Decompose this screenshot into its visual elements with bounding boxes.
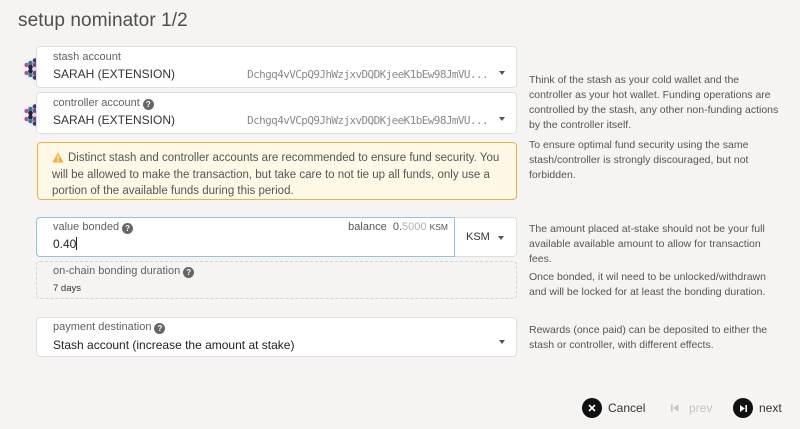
payment-destination-value: Stash account (increase the amount at st…	[53, 338, 295, 352]
balance-row: balance 0.5000 KSM	[348, 221, 448, 233]
controller-help-text: To ensure optimal fund security using th…	[529, 139, 749, 181]
controller-account-name: SARAH (EXTENSION)	[53, 113, 176, 127]
stash-account-address: Dchgq4vVCpQ9JhWzjxvDQDKjeeK1bEw98JmVU...	[247, 68, 489, 81]
skip-forward-icon	[733, 398, 753, 418]
cancel-button-label: Cancel	[608, 401, 646, 415]
unit-select[interactable]: KSM	[455, 217, 517, 257]
stash-account-select[interactable]: stash account SARAH (EXTENSION) Dchgq4vV…	[36, 46, 517, 88]
next-button-label: next	[759, 401, 782, 415]
balance-unit: KSM	[429, 222, 448, 232]
value-bonded-field[interactable]: 0.40	[53, 237, 78, 251]
payment-destination-label: payment destination	[53, 321, 152, 333]
close-icon	[582, 398, 602, 418]
controller-account-label-row: controller account?	[53, 97, 154, 110]
skip-back-icon	[671, 404, 679, 412]
chevron-down-icon[interactable]	[498, 236, 504, 240]
help-icon[interactable]: ?	[142, 99, 154, 110]
chevron-down-icon[interactable]	[499, 117, 505, 121]
bonding-duration-value: 7 days	[53, 283, 81, 294]
chevron-down-icon[interactable]	[499, 340, 505, 344]
destination-help-text: Rewards (once paid) can be deposited to …	[529, 324, 768, 351]
next-button[interactable]: next	[733, 397, 782, 419]
bonding-duration-box: on-chain bonding duration? 7 days	[36, 261, 517, 299]
bonding-duration-label: on-chain bonding duration	[53, 265, 181, 277]
controller-account-label: controller account	[53, 97, 140, 109]
value-bonded-input[interactable]: value bonded? balance 0.5000 KSM 0.40	[36, 217, 455, 257]
payment-destination-label-row: payment destination?	[53, 321, 166, 334]
warning-box: Distinct stash and controller accounts a…	[37, 142, 517, 200]
warning-text: Distinct stash and controller accounts a…	[52, 152, 500, 197]
text-cursor	[76, 237, 78, 250]
balance-value-dec: 5000	[402, 221, 427, 233]
balance-value-int: 0.	[392, 221, 403, 233]
help-icon[interactable]: ?	[122, 223, 134, 234]
value-bonded-value: 0.40	[53, 237, 77, 251]
stash-account-label: stash account	[53, 51, 121, 63]
help-icon[interactable]: ?	[154, 323, 166, 334]
page-title: setup nominator 1/2	[18, 10, 188, 31]
duration-help-text: Once bonded, it wil need to be unlocked/…	[529, 271, 766, 298]
payment-destination-select[interactable]: payment destination? Stash account (incr…	[36, 317, 517, 357]
cancel-button[interactable]: Cancel	[582, 397, 645, 419]
help-icon[interactable]: ?	[183, 267, 195, 278]
warning-icon	[52, 152, 64, 163]
value-help-text: The amount placed at-stake should not be…	[529, 223, 765, 265]
unit-select-value: KSM	[466, 231, 490, 243]
stash-account-name: SARAH (EXTENSION)	[53, 67, 176, 81]
value-bonded-label-row: value bonded?	[53, 221, 134, 234]
stash-help-text: Think of the stash as your cold wallet a…	[529, 74, 779, 131]
controller-account-select[interactable]: controller account? SARAH (EXTENSION) Dc…	[36, 92, 517, 134]
prev-button[interactable]: prev	[670, 397, 712, 419]
bonding-duration-label-row: on-chain bonding duration?	[53, 265, 195, 278]
chevron-down-icon[interactable]	[499, 71, 505, 75]
value-bonded-label: value bonded	[53, 221, 120, 233]
controller-account-address: Dchgq4vVCpQ9JhWzjxvDQDKjeeK1bEw98JmVU...	[247, 114, 489, 127]
prev-button-label: prev	[689, 401, 713, 415]
balance-label: balance	[348, 221, 387, 233]
